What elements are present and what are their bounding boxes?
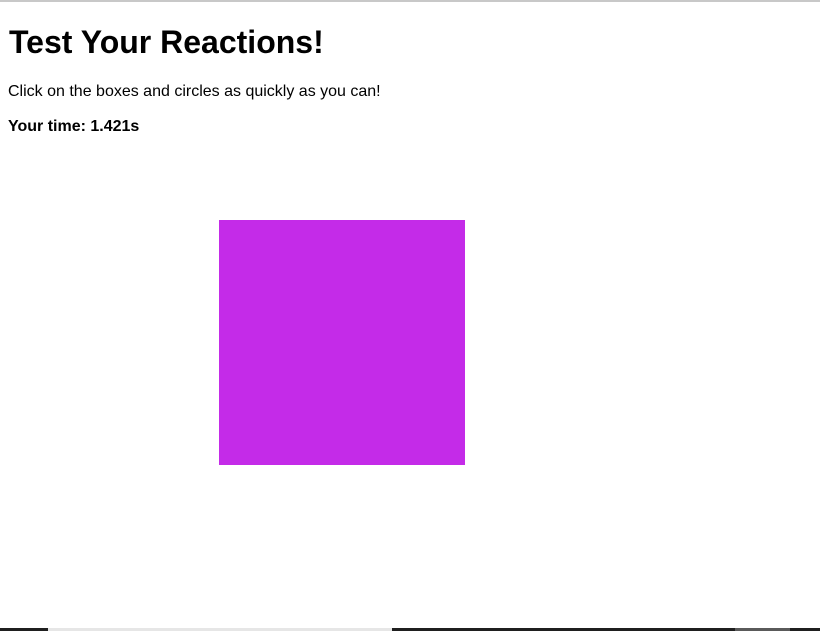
time-label: Your time: <box>8 118 86 135</box>
time-value: 1.421s <box>90 118 140 135</box>
page-title: Test Your Reactions! <box>9 24 324 60</box>
time-readout: Your time: 1.421s <box>8 117 139 137</box>
reaction-target-box[interactable] <box>219 220 465 465</box>
instructions-text: Click on the boxes and circles as quickl… <box>8 83 381 100</box>
top-divider <box>0 0 820 2</box>
